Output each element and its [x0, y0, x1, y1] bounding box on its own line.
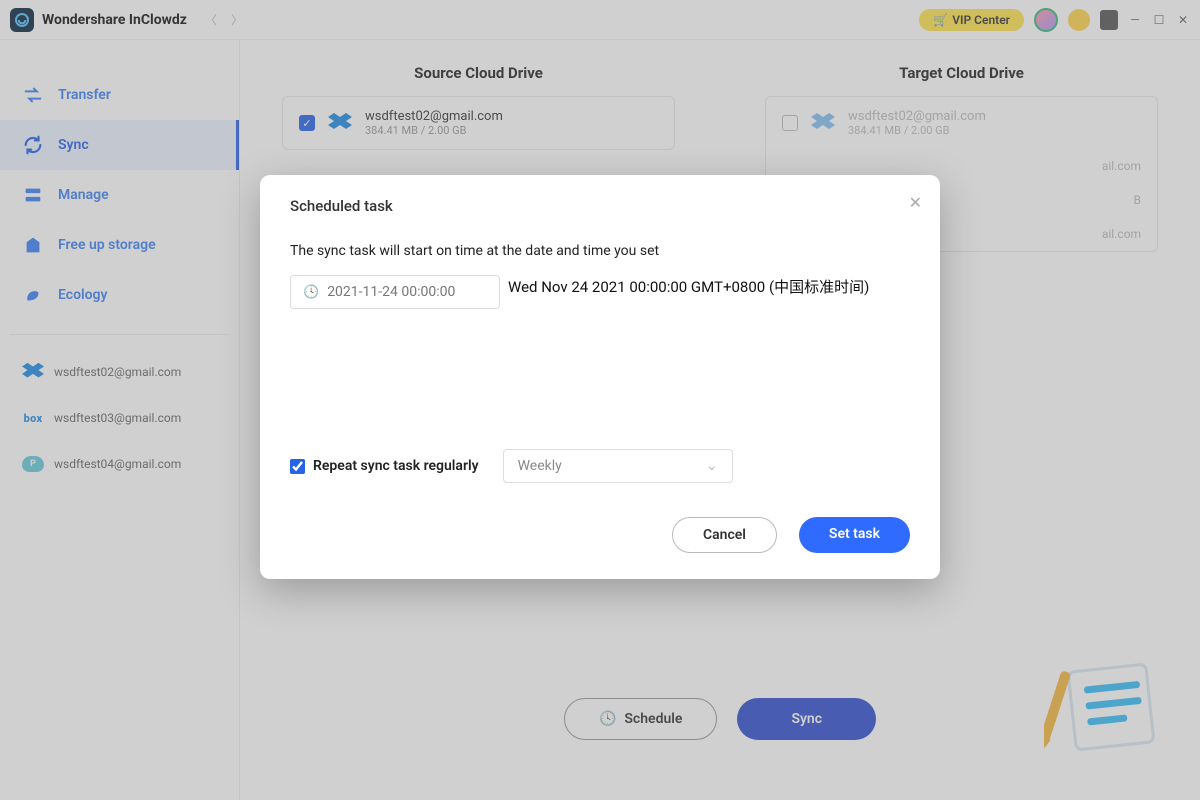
set-task-button[interactable]: Set task	[799, 517, 910, 553]
scheduled-task-modal: Scheduled task ✕ The sync task will star…	[260, 175, 940, 579]
datetime-echo: Wed Nov 24 2021 00:00:00 GMT+0800 (中国标准时…	[508, 275, 869, 301]
interval-value: Weekly	[518, 458, 562, 474]
modal-overlay: Scheduled task ✕ The sync task will star…	[0, 0, 1200, 800]
repeat-toggle[interactable]: Repeat sync task regularly	[290, 458, 479, 474]
chevron-down-icon: ⌄	[706, 458, 718, 474]
modal-close-icon[interactable]: ✕	[909, 193, 922, 212]
modal-title: Scheduled task	[290, 197, 910, 215]
modal-description: The sync task will start on time at the …	[290, 243, 910, 259]
clock-icon: 🕓	[303, 285, 319, 300]
interval-dropdown[interactable]: Weekly ⌄	[503, 449, 733, 483]
cancel-button[interactable]: Cancel	[672, 517, 777, 553]
cancel-button-label: Cancel	[703, 527, 746, 543]
datetime-value: 2021-11-24 00:00:00	[327, 284, 455, 300]
repeat-checkbox[interactable]	[290, 459, 305, 474]
set-task-button-label: Set task	[829, 526, 880, 542]
datetime-picker[interactable]: 🕓 2021-11-24 00:00:00	[290, 275, 500, 309]
repeat-label: Repeat sync task regularly	[313, 458, 479, 474]
